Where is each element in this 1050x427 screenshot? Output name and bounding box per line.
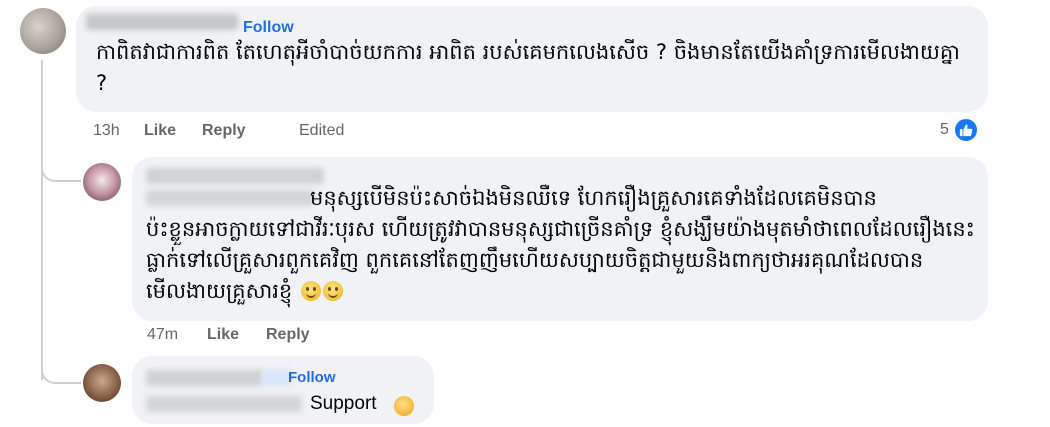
like-button[interactable]: Like <box>144 122 202 140</box>
reply-button[interactable]: Reply <box>202 122 299 140</box>
follow-button[interactable]: Follow <box>288 369 336 386</box>
avatar[interactable] <box>83 364 121 402</box>
reply-button[interactable]: Reply <box>266 326 310 344</box>
like-button[interactable]: Like <box>207 326 266 344</box>
avatar[interactable] <box>83 163 121 201</box>
author-name-blurred[interactable] <box>146 168 324 184</box>
reaction-count: 5 <box>940 121 949 138</box>
comment-text-body: ប៉ះខ្លួនអាចក្លាយទៅជាវីរៈបុរស ហើយត្រូវវាប… <box>146 217 975 303</box>
mentioned-name-blurred[interactable] <box>146 396 302 412</box>
comment-actions: 13h Like Reply Edited <box>93 122 344 140</box>
comment-actions: 47m Like Reply <box>147 326 310 344</box>
like-icon <box>952 117 979 143</box>
author-name-blurred[interactable] <box>86 14 238 30</box>
smiling-face-icon <box>300 281 321 301</box>
comment-text: កាពិតវាជាការពិត តែហេតុអីចាំបាច់យកការ អាព… <box>96 40 960 95</box>
mentioned-name-blurred[interactable] <box>146 190 314 206</box>
thread-connector-reply-1 <box>41 120 81 182</box>
clapping-hands-icon <box>394 396 414 416</box>
follow-button[interactable]: Follow <box>243 19 294 37</box>
thread-connector-reply-2 <box>41 330 81 384</box>
reaction-summary[interactable]: 5 <box>940 117 979 143</box>
comment-text: ប៉ះខ្លួនអាចក្លាយទៅជាវីរៈបុរស ហើយត្រូវវាប… <box>146 214 980 307</box>
comment-timestamp[interactable]: 13h <box>93 122 144 140</box>
author-name-blurred[interactable] <box>146 370 264 386</box>
comment-text-first-line: មនុស្សបើមិនប៉ះសាច់ឯងមិនឈឺទេ ហែករឿងគ្រួសា… <box>310 186 877 210</box>
smiling-face-icon <box>322 281 343 301</box>
comment-bubble <box>132 356 434 424</box>
edited-label[interactable]: Edited <box>299 122 344 140</box>
comment-timestamp[interactable]: 47m <box>147 326 207 344</box>
comment-text: Support <box>310 393 377 414</box>
avatar[interactable] <box>20 8 66 54</box>
